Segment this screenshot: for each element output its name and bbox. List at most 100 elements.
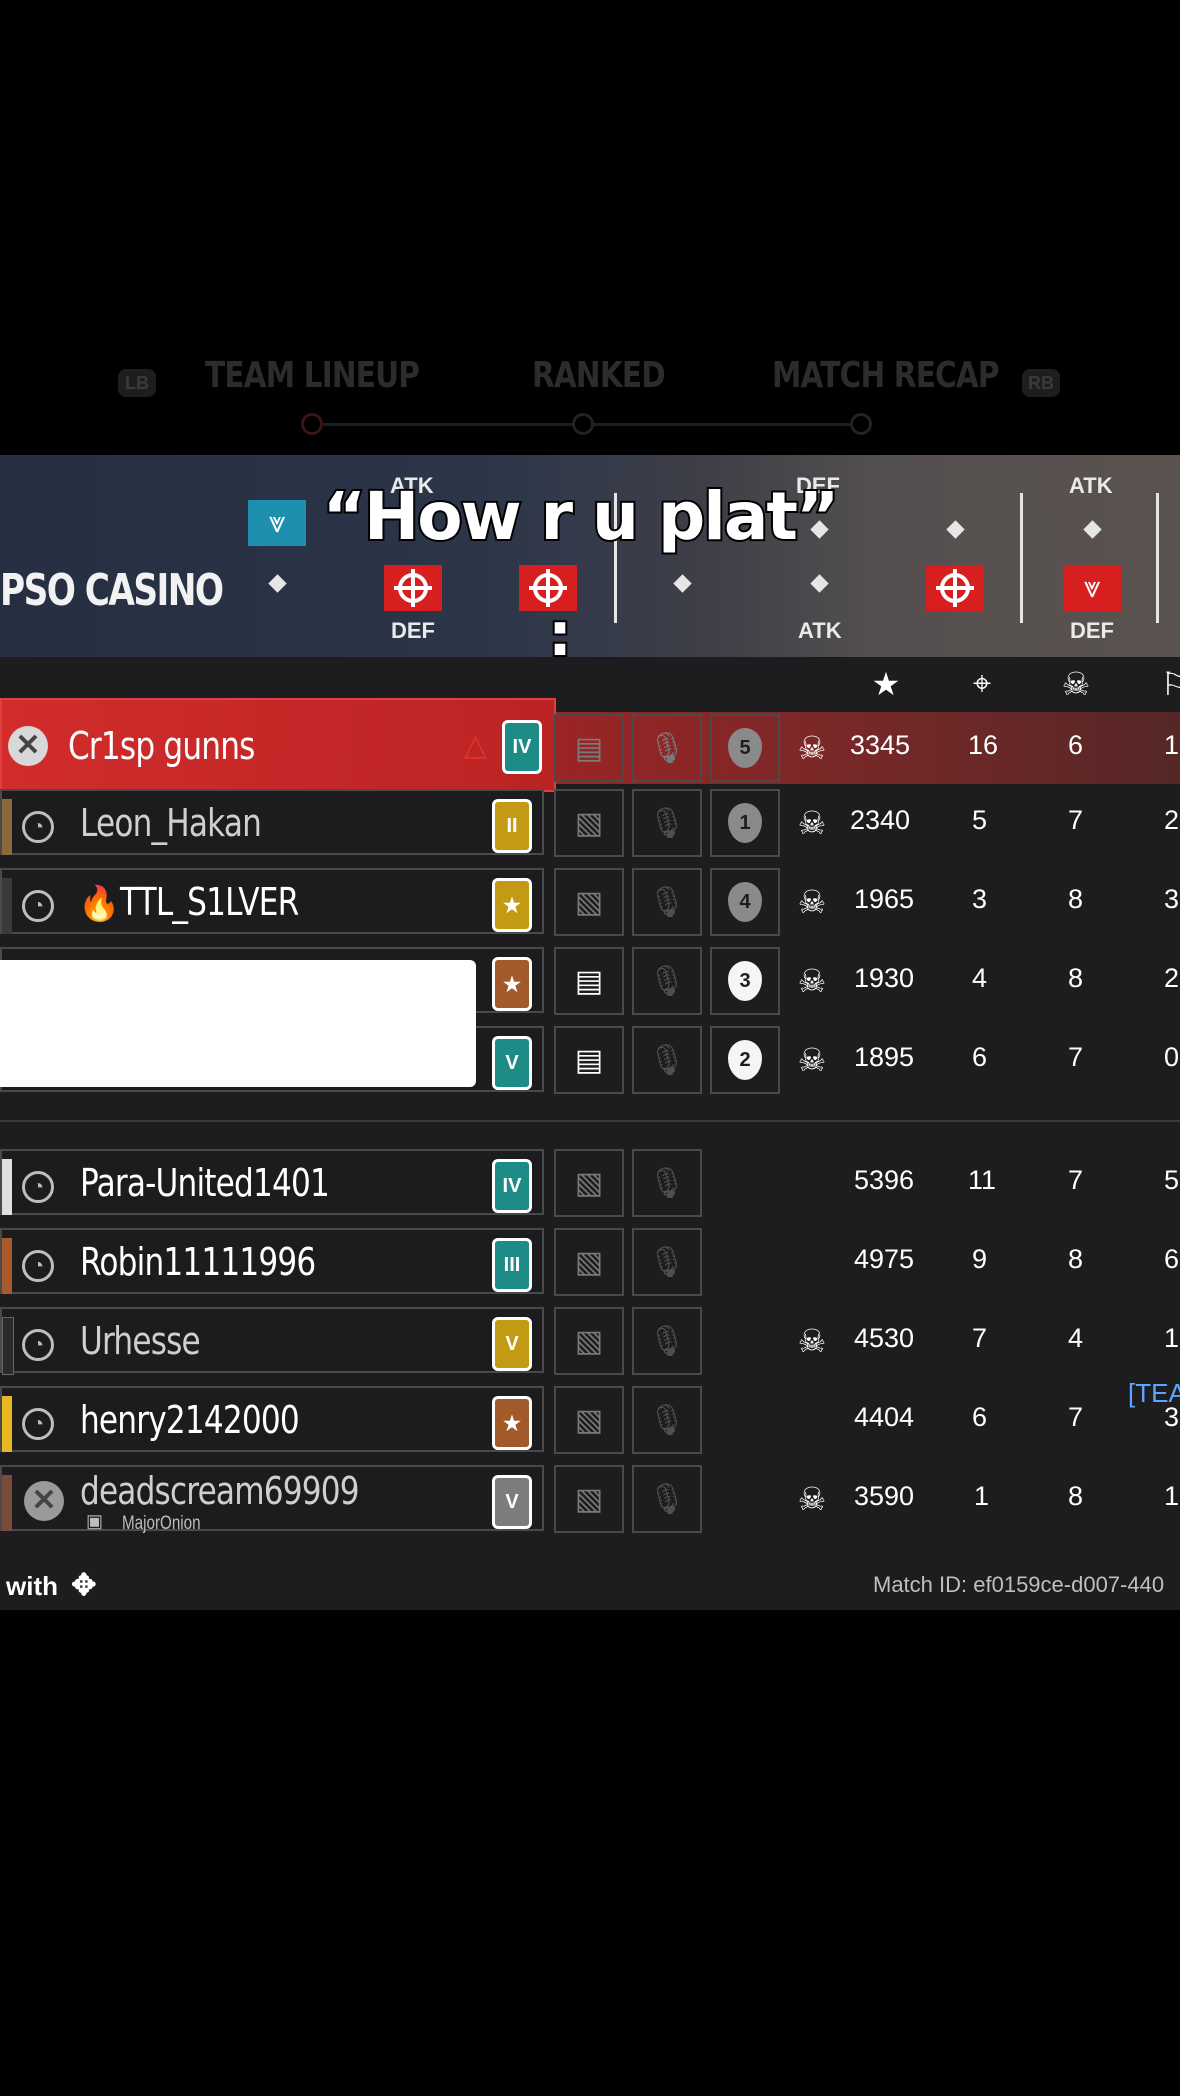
deaths-value: 7 [1068, 805, 1084, 835]
player-name-box[interactable]: ✕ deadscream69909 ▣ MajorOnion V [0, 1465, 544, 1534]
assists-value: 1 [1164, 730, 1180, 760]
avatar-sliver [2, 1396, 12, 1452]
operator-skull-icon: ☠ [797, 1481, 827, 1517]
player-name-box[interactable]: ◔ 🔥 TTL_S1LVER ★ [0, 868, 544, 934]
player-row[interactable]: ◔ Leon_Hakan II ▧ 🎙 1 ☠ 2340 5 7 2 [0, 787, 1180, 859]
rank-badge: ★ [492, 1396, 532, 1450]
deaths-value: 8 [1068, 1481, 1084, 1511]
round-diamond [673, 574, 692, 593]
tab-match-recap[interactable]: MATCH RECAP [772, 355, 1000, 396]
player-name-box[interactable]: ◔ henry2142000 ★ [0, 1386, 544, 1452]
lb-bumper[interactable]: LB [118, 369, 156, 397]
chat-toggle-button[interactable]: ▧ [554, 1465, 624, 1533]
chat-toggle-button[interactable]: ▧ [554, 789, 624, 857]
tab-ranked[interactable]: RANKED [532, 355, 666, 396]
chat-toggle-button[interactable]: ▧ [554, 868, 624, 936]
player-row-self[interactable]: ✕ Cr1sp gunns △ IV ▤ 🎙 5 ☠ 3345 16 6 1 [0, 698, 1180, 792]
player-name: TTL_S1LVER [120, 880, 299, 924]
enemy-row[interactable]: ✕ deadscream69909 ▣ MajorOnion V ▧ 🎙 ☠ 3… [0, 1463, 1180, 1535]
assists-value: 3 [1164, 884, 1180, 914]
crosshair-icon [394, 569, 432, 607]
chat-toggle-button[interactable]: ▧ [554, 1228, 624, 1296]
mute-toggle-button[interactable]: 🎙 [632, 789, 702, 857]
assists-value: 6 [1164, 1244, 1180, 1274]
mute-toggle-button[interactable]: 🎙 [632, 1026, 702, 1094]
microphone-muted-icon: 🎙 [647, 1166, 687, 1200]
xbox-icon: ✕ [24, 1481, 64, 1521]
chat-toggle-button[interactable]: ▤ [554, 714, 624, 782]
round-diamond [810, 574, 829, 593]
operator-skull-icon: ☠ [797, 963, 827, 999]
dpad-icon: ✥ [71, 1569, 97, 1602]
microphone-muted-icon: 🎙 [647, 1245, 687, 1279]
microphone-muted-icon: 🎙 [647, 885, 687, 919]
operator-skull-icon: ☠ [797, 805, 827, 841]
chat-toggle-button[interactable]: ▧ [554, 1307, 624, 1375]
ping-button[interactable]: 2 [710, 1026, 780, 1094]
player-name: Robin11111996 [80, 1240, 316, 1284]
footer-hint: with ✥ [6, 1568, 96, 1603]
chat-toggle-button[interactable]: ▧ [554, 1386, 624, 1454]
footer-hint-text: with [6, 1571, 58, 1601]
avatar-sliver [2, 1317, 14, 1375]
mute-toggle-button[interactable]: 🎙 [632, 1307, 702, 1375]
score-value: 1930 [854, 963, 915, 993]
video-caption: “How r u plat” [321, 476, 842, 557]
score-value: 4975 [854, 1244, 915, 1274]
enemy-row[interactable]: ◔ Urhesse V ▧ 🎙 ☠ 4530 7 4 1 [0, 1305, 1180, 1377]
tab-team-lineup[interactable]: TEAM LINEUP [205, 355, 420, 396]
kills-value: 16 [968, 730, 999, 760]
chat-muted-icon: ▧ [574, 806, 604, 840]
crosshair-icon [936, 569, 974, 607]
player-row[interactable]: ◔ 🔥 TTL_S1LVER ★ ▧ 🎙 4 ☠ 1965 3 8 3 [0, 866, 1180, 938]
assists-value: 5 [1164, 1165, 1180, 1195]
round-2-icon [384, 565, 442, 611]
rank-badge: ★ [492, 878, 532, 932]
ubisoft-icon: ◔ [22, 1171, 54, 1203]
nav-dot-match-recap [850, 413, 872, 435]
match-id: Match ID: ef0159ce-d007-440 [873, 1572, 1165, 1597]
mute-toggle-button[interactable]: 🎙 [632, 1228, 702, 1296]
assists-header-icon: ⚐ [1160, 666, 1180, 702]
assists-value: 2 [1164, 805, 1180, 835]
mute-toggle-button[interactable]: 🎙 [632, 1386, 702, 1454]
mute-toggle-button[interactable]: 🎙 [632, 1465, 702, 1533]
mute-toggle-button[interactable]: 🎙 [632, 714, 702, 782]
score-value: 4404 [854, 1402, 915, 1432]
enemy-row[interactable]: ◔ Para-United1401 IV ▧ 🎙 5396 11 7 5 [0, 1147, 1180, 1219]
avatar-sliver [2, 1159, 12, 1215]
chat-icon: ▤ [574, 1043, 604, 1077]
chat-toggle-button[interactable]: ▧ [554, 1149, 624, 1217]
rb-bumper[interactable]: RB [1022, 369, 1060, 397]
chat-icon: ▤ [574, 964, 604, 998]
assists-value: 1 [1164, 1323, 1180, 1353]
round-4-icon [926, 565, 984, 611]
ping-button[interactable]: 3 [710, 947, 780, 1015]
player-name-box[interactable]: ◔ Robin11111996 III [0, 1228, 544, 1294]
flame-icon: 🔥 [78, 885, 121, 923]
player-name-box[interactable]: ◔ Para-United1401 IV [0, 1149, 544, 1215]
friend-icon: ▣ [86, 1511, 104, 1531]
ping-button[interactable]: 5 [710, 714, 780, 782]
chat-toggle-button[interactable]: ▤ [554, 1026, 624, 1094]
mute-toggle-button[interactable]: 🎙 [632, 1149, 702, 1217]
chat-toggle-button[interactable]: ▤ [554, 947, 624, 1015]
operator-skull-icon: ☠ [797, 1323, 827, 1359]
player-name-box[interactable]: ◔ Leon_Hakan II [0, 789, 544, 855]
player-name-box[interactable]: ✕ Cr1sp gunns △ IV [0, 698, 556, 792]
enemy-row[interactable]: ◔ Robin11111996 III ▧ 🎙 4975 9 8 6 [0, 1226, 1180, 1298]
ping-button[interactable]: 4 [710, 868, 780, 936]
deaths-value: 7 [1068, 1165, 1084, 1195]
player-name-box[interactable]: ◔ Urhesse V [0, 1307, 544, 1375]
microphone-muted-icon: 🎙 [647, 806, 687, 840]
rank-badge: V [492, 1036, 532, 1090]
mute-toggle-button[interactable]: 🎙 [632, 868, 702, 936]
rank-badge: IV [492, 1159, 532, 1213]
ping-button[interactable]: 1 [710, 789, 780, 857]
avatar-sliver [2, 878, 12, 934]
mute-toggle-button[interactable]: 🎙 [632, 947, 702, 1015]
nav-dot-team-lineup [301, 413, 323, 435]
kills-value: 5 [972, 805, 988, 835]
deaths-value: 6 [1068, 730, 1084, 760]
enemy-row[interactable]: ◔ henry2142000 ★ ▧ 🎙 4404 6 7 3 [0, 1384, 1180, 1456]
